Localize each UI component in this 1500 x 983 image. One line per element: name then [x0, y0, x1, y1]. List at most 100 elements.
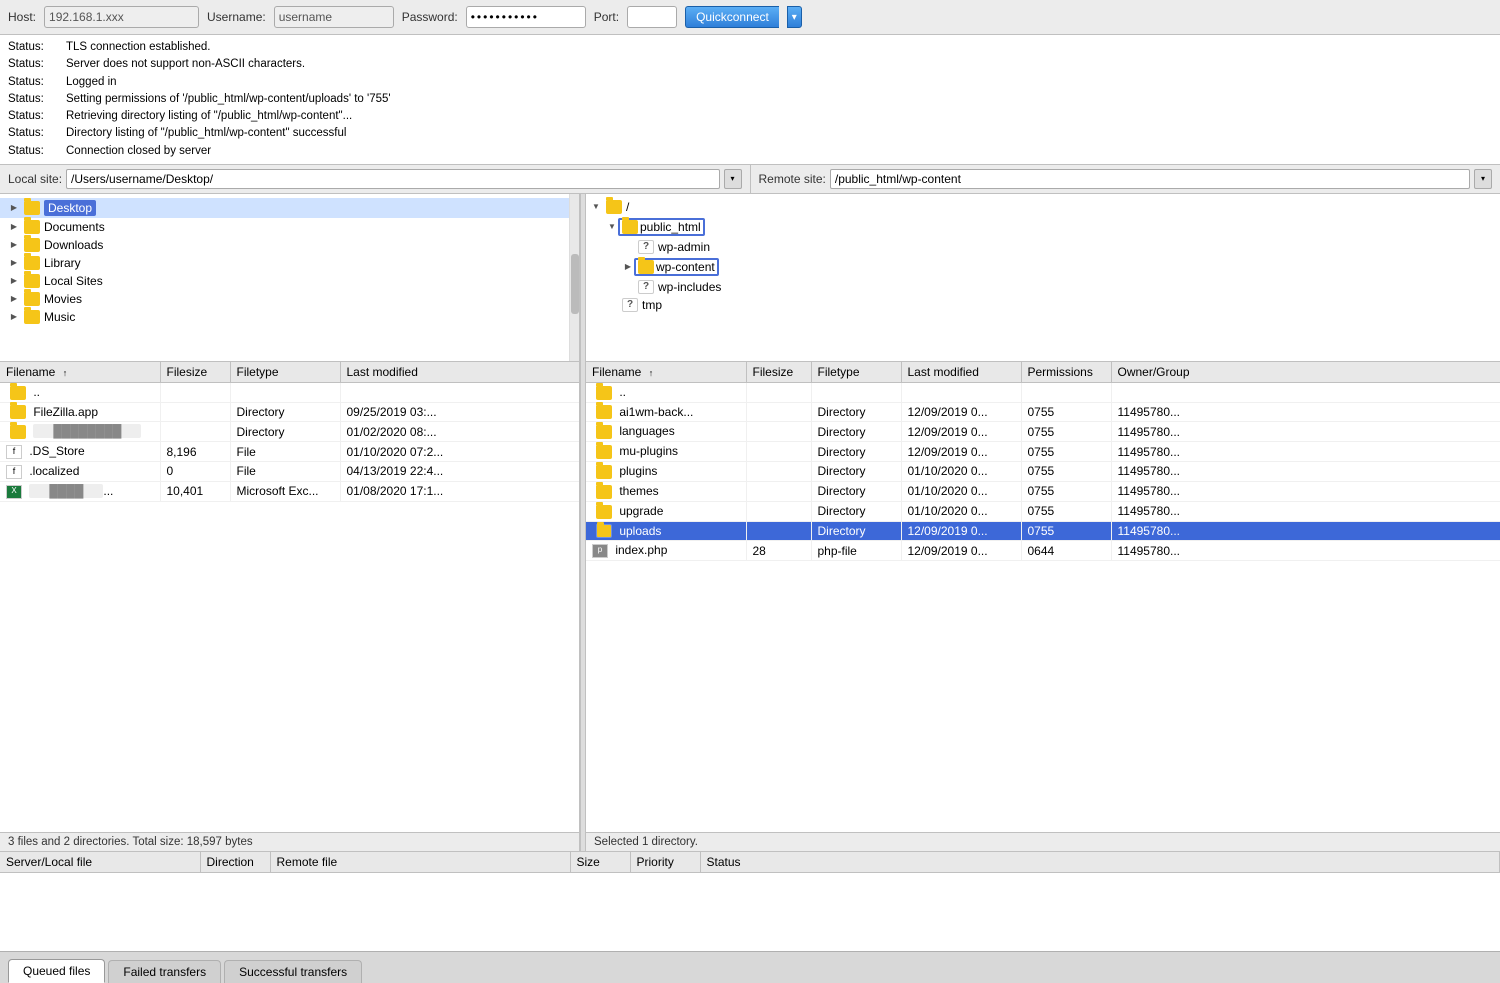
expand-icon-music[interactable]: ▶ — [8, 311, 20, 323]
local-tree-item-desktop[interactable]: ▶ Desktop — [0, 198, 569, 218]
file-size — [160, 422, 230, 442]
folder-icon-public-html — [622, 220, 638, 234]
local-tree-item-localsites[interactable]: ▶ Local Sites — [0, 272, 569, 290]
status-line-7: Status: Connection closed by server — [8, 143, 1492, 160]
local-tree-item-music[interactable]: ▶ Music — [0, 308, 569, 326]
expand-icon-desktop[interactable]: ▶ — [8, 202, 20, 214]
tab-queued-files[interactable]: Queued files — [8, 959, 105, 983]
local-summary: 3 files and 2 directories. Total size: 1… — [8, 836, 253, 848]
local-col-filesize[interactable]: Filesize — [160, 362, 230, 383]
file-name: mu-plugins — [586, 442, 746, 462]
file-name: themes — [586, 481, 746, 501]
transfer-col-serverfile[interactable]: Server/Local file — [0, 852, 200, 873]
local-tree-item-library[interactable]: ▶ Library — [0, 254, 569, 272]
host-input[interactable] — [44, 6, 199, 28]
remote-site-dropdown[interactable]: ▾ — [1474, 169, 1492, 189]
table-row[interactable]: languages Directory12/09/2019 0...075511… — [586, 422, 1500, 442]
bottom-tabs: Queued files Failed transfers Successful… — [0, 951, 1500, 983]
table-row[interactable]: plugins Directory01/10/2020 0...07551149… — [586, 462, 1500, 482]
folder-icon — [596, 425, 612, 439]
port-input[interactable] — [627, 6, 677, 28]
username-label: Username: — [207, 10, 266, 24]
remote-col-ownergroup[interactable]: Owner/Group — [1111, 362, 1500, 383]
table-row[interactable]: upgrade Directory01/10/2020 0...07551149… — [586, 501, 1500, 521]
tree-label-public-html: public_html — [640, 220, 701, 234]
table-row[interactable]: .. — [586, 382, 1500, 402]
status-log: Status: TLS connection established. Stat… — [0, 35, 1500, 165]
expand-icon-downloads[interactable]: ▶ — [8, 239, 20, 251]
file-name: upgrade — [586, 501, 746, 521]
table-row[interactable]: X ████... 10,401 Microsoft Exc... 01/08/… — [0, 481, 579, 501]
local-col-filetype[interactable]: Filetype — [230, 362, 340, 383]
expand-icon-movies[interactable]: ▶ — [8, 293, 20, 305]
file-name: .. — [586, 382, 746, 402]
table-row[interactable]: mu-plugins Directory12/09/2019 0...07551… — [586, 442, 1500, 462]
remote-tree-item-public-html[interactable]: ▼ public_html — [586, 216, 1500, 238]
transfer-col-direction[interactable]: Direction — [200, 852, 270, 873]
table-row[interactable]: FileZilla.app Directory 09/25/2019 03:..… — [0, 402, 579, 422]
transfer-col-priority[interactable]: Priority — [630, 852, 700, 873]
expand-icon-documents[interactable]: ▶ — [8, 221, 20, 233]
local-tree-item-documents[interactable]: ▶ Documents — [0, 218, 569, 236]
tree-label-wp-content: wp-content — [656, 260, 715, 274]
tree-label-root: / — [626, 200, 629, 214]
local-tree-item-downloads[interactable]: ▶ Downloads — [0, 236, 569, 254]
file-type: File — [230, 462, 340, 482]
tree-label-movies: Movies — [44, 292, 82, 306]
file-name: ████████ — [0, 422, 160, 442]
remote-tree-item-wp-admin[interactable]: ▶ ? wp-admin — [586, 238, 1500, 256]
quickconnect-button[interactable]: Quickconnect — [685, 6, 779, 28]
remote-col-filetype[interactable]: Filetype — [811, 362, 901, 383]
local-col-lastmodified[interactable]: Last modified — [340, 362, 579, 383]
remote-tree-item-root[interactable]: ▼ / — [586, 198, 1500, 216]
folder-icon — [596, 445, 612, 459]
remote-site-path-input[interactable] — [830, 169, 1470, 189]
remote-tree-item-wp-content[interactable]: ▶ wp-content — [586, 256, 1500, 278]
transfer-col-status[interactable]: Status — [700, 852, 1500, 873]
local-tree-item-movies[interactable]: ▶ Movies — [0, 290, 569, 308]
table-row[interactable]: ai1wm-back... Directory12/09/2019 0...07… — [586, 402, 1500, 422]
table-row[interactable]: themes Directory01/10/2020 0...075511495… — [586, 481, 1500, 501]
tab-failed-transfers[interactable]: Failed transfers — [108, 960, 221, 983]
table-row[interactable]: f .DS_Store 8,196 File 01/10/2020 07:2..… — [0, 442, 579, 462]
folder-icon — [596, 524, 612, 538]
transfer-col-remotefile[interactable]: Remote file — [270, 852, 570, 873]
table-row[interactable]: p index.php 28php-file12/09/2019 0...064… — [586, 541, 1500, 561]
folder-icon — [10, 386, 26, 400]
file-modified: 01/08/2020 17:1... — [340, 481, 579, 501]
status-line-4: Status: Setting permissions of '/public_… — [8, 91, 1492, 108]
password-input[interactable] — [466, 6, 586, 28]
password-label: Password: — [402, 10, 458, 24]
expand-icon-public-html[interactable]: ▼ — [606, 221, 618, 233]
tab-successful-transfers[interactable]: Successful transfers — [224, 960, 362, 983]
folder-icon — [596, 405, 612, 419]
file-type: Microsoft Exc... — [230, 481, 340, 501]
expand-icon-wp-content[interactable]: ▶ — [622, 261, 634, 273]
remote-tree-item-tmp[interactable]: ▶ ? tmp — [586, 296, 1500, 314]
remote-col-permissions[interactable]: Permissions — [1021, 362, 1111, 383]
tree-label-music: Music — [44, 310, 75, 324]
table-row[interactable]: ████████ Directory 01/02/2020 08:... — [0, 422, 579, 442]
status-line-3: Status: Logged in — [8, 74, 1492, 91]
remote-col-filesize[interactable]: Filesize — [746, 362, 811, 383]
local-col-filename[interactable]: Filename ↑ — [0, 362, 160, 383]
remote-tree-item-wp-includes[interactable]: ▶ ? wp-includes — [586, 278, 1500, 296]
expand-icon-localsites[interactable]: ▶ — [8, 275, 20, 287]
remote-col-filename[interactable]: Filename ↑ — [586, 362, 746, 383]
table-row[interactable]: .. — [0, 382, 579, 402]
file-size — [160, 382, 230, 402]
transfer-col-size[interactable]: Size — [570, 852, 630, 873]
local-site-path-container: Local site: ▾ — [0, 165, 751, 193]
username-input[interactable] — [274, 6, 394, 28]
table-row[interactable]: uploads Directory12/09/2019 0...07551149… — [586, 521, 1500, 541]
file-name: languages — [586, 422, 746, 442]
quickconnect-dropdown-button[interactable]: ▾ — [787, 6, 802, 28]
expand-icon-library[interactable]: ▶ — [8, 257, 20, 269]
table-row[interactable]: f .localized 0 File 04/13/2019 22:4... — [0, 462, 579, 482]
local-site-path-input[interactable] — [66, 169, 719, 189]
expand-icon-root[interactable]: ▼ — [590, 201, 602, 213]
remote-status-bar: Selected 1 directory. — [586, 832, 1500, 851]
remote-col-lastmodified[interactable]: Last modified — [901, 362, 1021, 383]
local-site-dropdown[interactable]: ▾ — [724, 169, 742, 189]
folder-icon-downloads — [24, 238, 40, 252]
